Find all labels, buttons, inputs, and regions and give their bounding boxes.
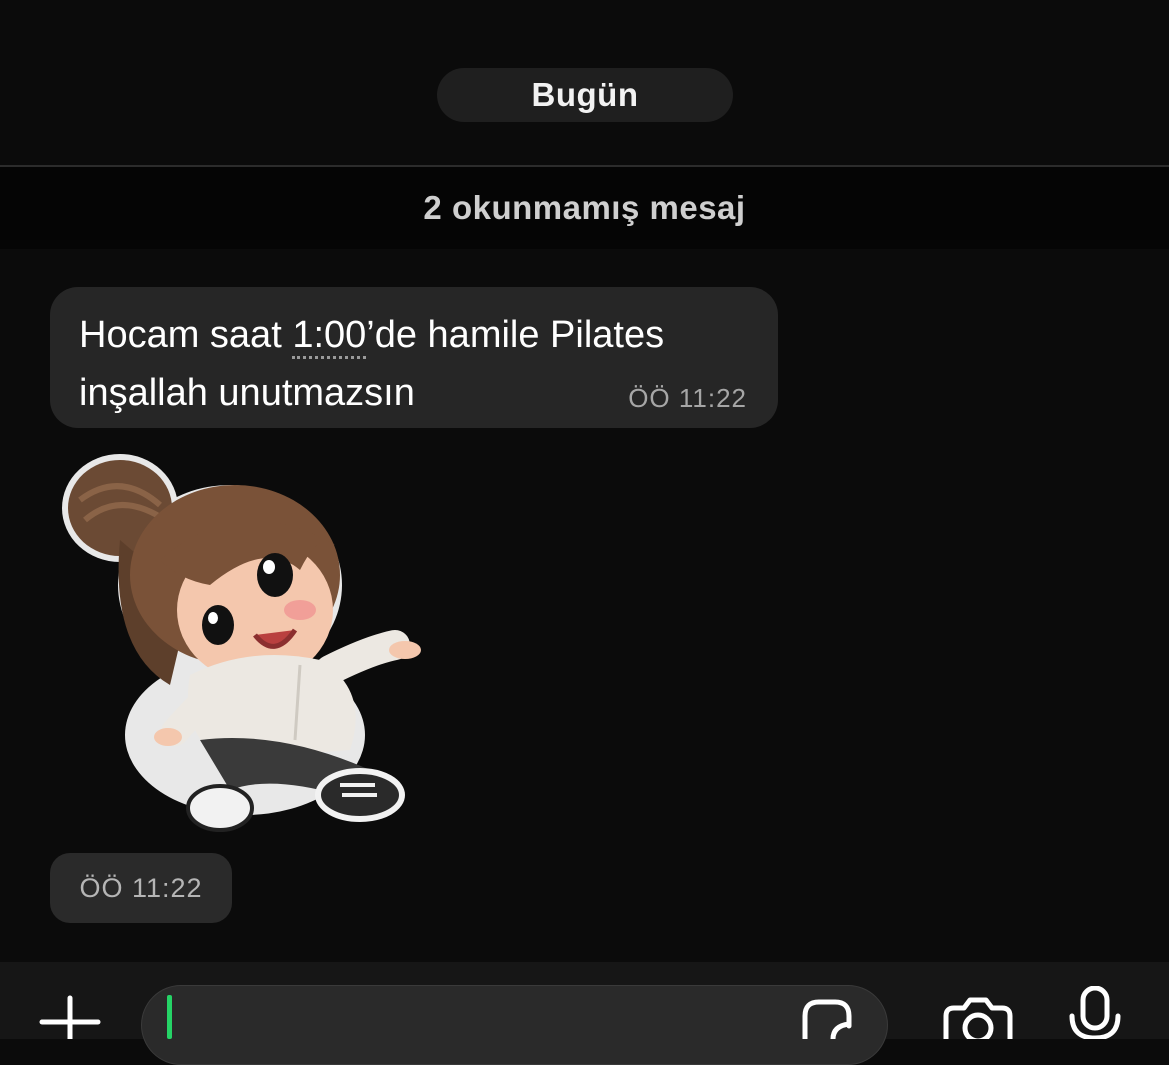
left-eye bbox=[257, 553, 293, 597]
unread-messages-banner: 2 okunmamış mesaj bbox=[0, 167, 1169, 249]
plus-icon[interactable] bbox=[38, 992, 102, 1039]
message-line-1: Hocam saat 1:00’de hamile Pilates bbox=[79, 306, 769, 364]
text-cursor bbox=[167, 995, 172, 1039]
camera-icon[interactable] bbox=[940, 996, 1016, 1039]
right-eye-highlight bbox=[208, 612, 218, 624]
detected-time-link[interactable]: 1:00 bbox=[292, 314, 367, 359]
right-hand bbox=[389, 641, 421, 659]
date-separator-chip: Bugün bbox=[437, 68, 733, 122]
sticker-timestamp: ÖÖ 11:22 bbox=[79, 872, 203, 903]
message-timestamp: ÖÖ 11:22 bbox=[628, 383, 747, 413]
message-input[interactable] bbox=[172, 996, 776, 1048]
right-arm bbox=[315, 630, 410, 685]
message-text-part: ’de hamile Pilates bbox=[366, 314, 665, 356]
microphone-icon[interactable] bbox=[1066, 986, 1124, 1039]
cartoon-girl-sticker[interactable] bbox=[50, 450, 440, 845]
cheek bbox=[284, 600, 316, 620]
sticker-icon[interactable] bbox=[797, 996, 855, 1039]
incoming-message-bubble[interactable]: Hocam saat 1:00’de hamile Pilates inşall… bbox=[50, 287, 778, 428]
date-separator-label: Bugün bbox=[531, 76, 639, 113]
message-text-part: Hocam saat bbox=[79, 314, 293, 356]
unread-messages-label: 2 okunmamış mesaj bbox=[423, 189, 746, 226]
message-input-field[interactable] bbox=[141, 985, 888, 1065]
right-eye bbox=[202, 605, 234, 645]
sticker-timestamp-chip: ÖÖ 11:22 bbox=[50, 853, 232, 923]
left-eye-highlight bbox=[263, 560, 275, 574]
left-hand bbox=[154, 728, 182, 746]
left-shoe bbox=[186, 784, 254, 832]
